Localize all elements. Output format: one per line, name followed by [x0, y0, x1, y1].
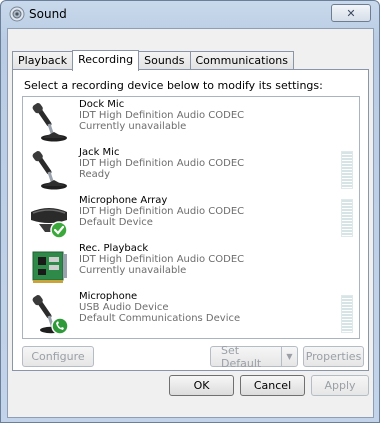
device-driver: IDT High Definition Audio CODEC	[79, 254, 245, 265]
title-bar[interactable]: Sound ✕	[1, 1, 379, 27]
tab-recording[interactable]: Recording	[72, 50, 140, 71]
microphone-icon	[32, 151, 67, 190]
device-text: Rec. Playback IDT High Definition Audio …	[79, 243, 244, 276]
device-item[interactable]: Microphone USB Audio Device Default Comm…	[23, 291, 359, 338]
device-driver: IDT High Definition Audio CODEC	[79, 206, 245, 217]
microphone-icon	[32, 295, 69, 335]
tab-sounds[interactable]: Sounds	[138, 51, 191, 70]
configure-button[interactable]: Configure	[22, 346, 94, 367]
chevron-down-icon[interactable]: ▼	[281, 347, 297, 366]
device-status: Currently unavailable	[79, 121, 187, 132]
device-text: Dock Mic IDT High Definition Audio CODEC…	[79, 99, 244, 132]
device-status: Default Device	[79, 217, 153, 228]
microphone-array-icon	[31, 208, 68, 239]
device-driver: USB Audio Device	[79, 302, 169, 313]
device-status: Ready	[79, 169, 111, 180]
properties-button[interactable]: Properties	[303, 346, 364, 367]
ok-button[interactable]: OK	[169, 375, 234, 396]
device-item[interactable]: Jack Mic IDT High Definition Audio CODEC…	[23, 147, 359, 195]
recording-panel: Select a recording device below to modif…	[12, 69, 369, 371]
cancel-button[interactable]: Cancel	[240, 375, 305, 396]
device-name: Microphone	[79, 291, 138, 302]
default-check-icon	[50, 221, 68, 239]
microphone-icon	[32, 103, 67, 142]
window-title: Sound	[29, 7, 67, 21]
tab-playback[interactable]: Playback	[12, 51, 74, 70]
dialog-client: Playback Recording Sounds Communications…	[7, 28, 374, 418]
set-default-label: Set Default	[221, 343, 262, 370]
communications-phone-icon	[51, 317, 69, 335]
close-button[interactable]: ✕	[331, 4, 371, 22]
device-driver: IDT High Definition Audio CODEC	[79, 110, 245, 121]
device-item[interactable]: Rec. Playback IDT High Definition Audio …	[23, 243, 359, 291]
device-status: Currently unavailable	[79, 265, 187, 276]
device-text: Microphone Array IDT High Definition Aud…	[79, 195, 244, 228]
set-default-button[interactable]: Set Default ▼	[210, 343, 298, 370]
device-name: Microphone Array	[79, 195, 168, 206]
device-name: Dock Mic	[79, 99, 125, 110]
instruction-text: Select a recording device below to modif…	[24, 79, 323, 92]
close-icon: ✕	[346, 6, 356, 20]
device-name: Jack Mic	[79, 147, 120, 158]
tab-communications[interactable]: Communications	[189, 51, 294, 70]
circuit-board-icon	[32, 251, 67, 283]
tab-strip: Playback Recording Sounds Communications	[12, 50, 294, 71]
device-text: Microphone USB Audio Device Default Comm…	[79, 291, 240, 324]
sound-dialog: Sound ✕ Playback Recording Sounds Commun…	[0, 0, 380, 423]
level-meter	[341, 295, 353, 333]
device-status: Default Communications Device	[79, 313, 241, 324]
device-name: Rec. Playback	[79, 243, 149, 254]
device-item[interactable]: Microphone Array IDT High Definition Aud…	[23, 195, 359, 243]
apply-button[interactable]: Apply	[311, 375, 369, 396]
device-list[interactable]: Dock Mic IDT High Definition Audio CODEC…	[22, 96, 360, 339]
device-item[interactable]: Dock Mic IDT High Definition Audio CODEC…	[23, 99, 359, 147]
device-text: Jack Mic IDT High Definition Audio CODEC…	[79, 147, 244, 180]
device-driver: IDT High Definition Audio CODEC	[79, 158, 245, 169]
speaker-icon	[9, 6, 25, 22]
level-meter	[341, 151, 353, 189]
level-meter	[341, 199, 353, 237]
